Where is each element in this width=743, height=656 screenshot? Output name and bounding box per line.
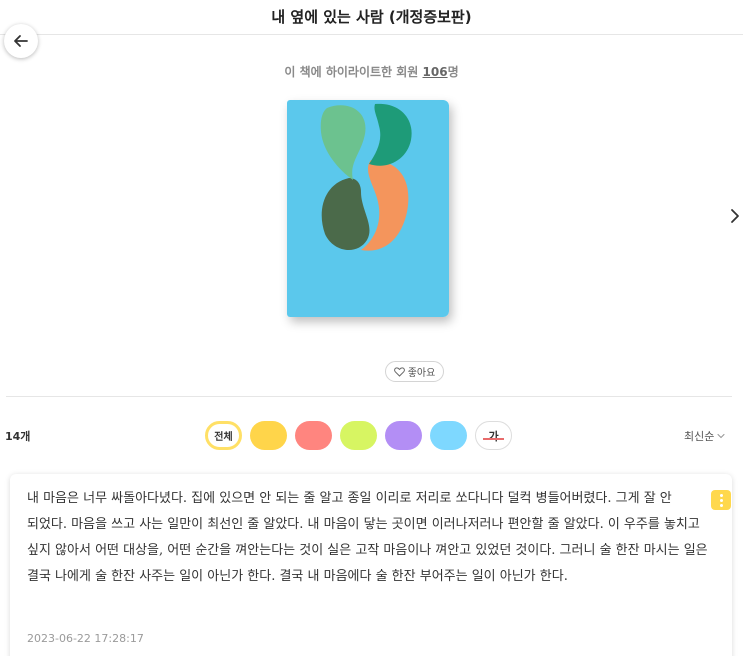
like-label: 좋아요: [407, 368, 436, 379]
filter-underline-label: 가: [488, 429, 499, 443]
highlight-count-suffix: 명: [447, 65, 459, 79]
filter-underline-chip[interactable]: 가: [475, 421, 512, 450]
filter-yellow-chip[interactable]: [250, 421, 287, 450]
highlight-member-count: 이 책에 하이라이트한 회원 106명: [0, 63, 743, 80]
highlight-text: 내 마음은 너무 싸돌아다녔다. 집에 있으면 안 되는 줄 알고 종일 이리로…: [27, 491, 708, 584]
filter-all-chip[interactable]: 전체: [205, 421, 242, 450]
more-options-button[interactable]: [711, 490, 731, 510]
filter-all-label: 전체: [214, 432, 233, 443]
highlight-count-number[interactable]: 106: [423, 65, 448, 79]
next-book-button[interactable]: [727, 204, 743, 228]
top-bar: 내 옆에 있는 사람 (개정증보판): [0, 0, 743, 35]
more-dot-icon: [719, 498, 723, 502]
filter-sky-chip[interactable]: [430, 421, 467, 450]
highlight-count-prefix: 이 책에 하이라이트한 회원: [284, 65, 423, 79]
book-cover[interactable]: [287, 100, 449, 317]
filter-red-chip[interactable]: [295, 421, 332, 450]
book-cover-art: [287, 100, 449, 317]
filter-purple-chip[interactable]: [385, 421, 422, 450]
underline-mark: [483, 438, 504, 440]
divider: [6, 396, 732, 397]
sort-dropdown[interactable]: 최신순: [684, 428, 725, 444]
chevron-down-icon: [717, 433, 725, 439]
filter-lime-chip[interactable]: [340, 421, 377, 450]
highlight-card[interactable]: 내 마음은 너무 싸돌아다녔다. 집에 있으면 안 되는 줄 알고 종일 이리로…: [10, 474, 732, 656]
arrow-left-icon: [14, 35, 28, 47]
chevron-right-icon: [731, 209, 739, 223]
highlight-list-count: 14개: [5, 430, 31, 443]
more-dot-icon: [719, 493, 723, 497]
like-button[interactable]: 좋아요: [385, 361, 444, 382]
highlight-date: 2023-06-22 17:28:17: [27, 632, 144, 645]
heart-icon: [393, 366, 405, 377]
back-button[interactable]: [4, 24, 38, 58]
more-dot-icon: [719, 503, 723, 507]
page-title: 내 옆에 있는 사람 (개정증보판): [271, 8, 472, 26]
sort-label: 최신순: [684, 430, 715, 443]
